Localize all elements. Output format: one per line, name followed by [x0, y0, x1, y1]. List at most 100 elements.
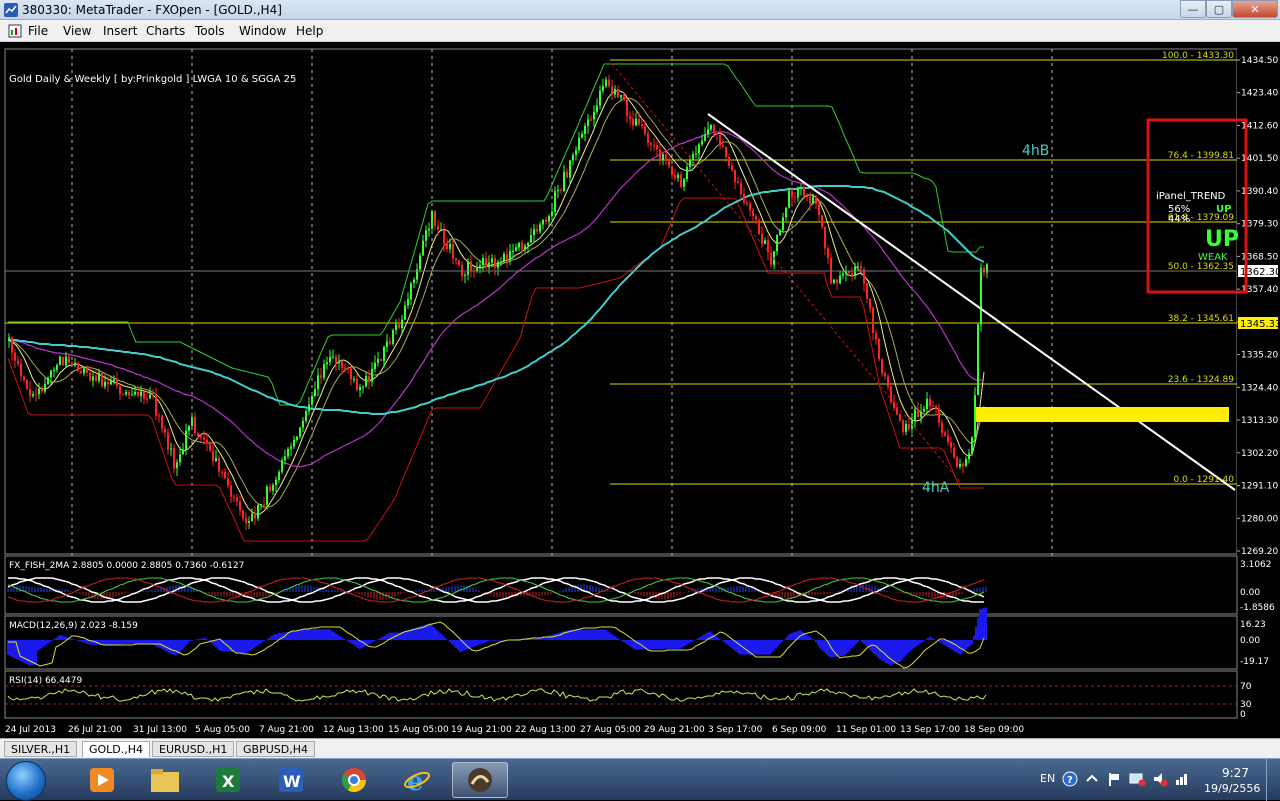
- candle-body: [38, 388, 40, 395]
- candle-body: [128, 391, 130, 396]
- candle-body: [965, 459, 967, 467]
- tab-gold[interactable]: GOLD.,H4: [82, 741, 151, 757]
- candle-body: [641, 124, 643, 126]
- menu-insert[interactable]: Insert: [103, 24, 137, 38]
- candle-body: [686, 166, 688, 180]
- candle-body: [122, 394, 124, 396]
- close-button[interactable]: ✕: [1232, 0, 1278, 18]
- chrome-icon[interactable]: [326, 762, 382, 798]
- file-explorer-icon[interactable]: [137, 762, 193, 798]
- ipanel-title: iPanel_TREND: [1156, 191, 1226, 202]
- ipanel-strength: WEAK: [1198, 252, 1228, 263]
- menu-tools[interactable]: Tools: [195, 24, 225, 38]
- candle-body: [182, 449, 184, 455]
- clock-time[interactable]: 9:27: [1222, 766, 1249, 780]
- candle-body: [281, 460, 283, 472]
- chart-window-icon[interactable]: [8, 24, 22, 38]
- start-button[interactable]: [6, 761, 46, 801]
- maximize-button[interactable]: ▢: [1206, 0, 1232, 18]
- menu-view[interactable]: View: [63, 24, 91, 38]
- candle-body: [662, 154, 664, 160]
- macd-window[interactable]: [4, 615, 1238, 670]
- candle-body: [689, 159, 691, 167]
- price-tick-label: 1324.40: [1241, 383, 1278, 393]
- show-desktop-button[interactable]: [1266, 759, 1280, 801]
- candle-body: [803, 187, 805, 197]
- tab-silver[interactable]: SILVER.,H1: [4, 741, 78, 757]
- candle-body: [719, 134, 721, 146]
- menu-window[interactable]: Window: [239, 24, 286, 38]
- candle-body: [548, 216, 550, 222]
- tray-arrow-icon[interactable]: [1084, 771, 1100, 787]
- candle-body: [857, 266, 859, 268]
- candle-body: [224, 472, 226, 479]
- candle-body: [125, 391, 127, 395]
- menu-charts[interactable]: Charts: [146, 24, 185, 38]
- help-icon[interactable]: ?: [1062, 771, 1078, 787]
- minimize-button[interactable]: —: [1180, 0, 1206, 18]
- candle-body: [938, 408, 940, 423]
- candle-body: [422, 240, 424, 256]
- candle-body: [845, 271, 847, 274]
- candle-body: [395, 324, 397, 331]
- candle-body: [311, 396, 313, 405]
- chart-area[interactable]: Gold Daily & Weekly [ by:Prinkgold ] LWG…: [0, 42, 1280, 738]
- candle-body: [674, 174, 676, 179]
- candle-body: [815, 196, 817, 205]
- volume-icon[interactable]: [1152, 771, 1168, 787]
- candle-body: [104, 381, 106, 387]
- ipanel-small-dir: UP: [1216, 204, 1231, 215]
- candle-body: [533, 229, 535, 236]
- candle-body: [71, 362, 73, 366]
- candle-body: [875, 333, 877, 340]
- candle-body: [107, 381, 109, 385]
- candle-body: [902, 420, 904, 432]
- candle-body: [914, 409, 916, 421]
- clock-date[interactable]: 19/9/2556: [1204, 782, 1260, 795]
- media-player-icon[interactable]: [74, 762, 130, 798]
- support-zone[interactable]: [976, 407, 1229, 422]
- candle-body: [383, 346, 385, 362]
- candle-body: [494, 258, 496, 268]
- excel-icon[interactable]: X: [200, 762, 256, 798]
- internet-explorer-icon[interactable]: e: [389, 762, 445, 798]
- tab-eurusd[interactable]: EURUSD.,H1: [152, 741, 235, 757]
- candle-body: [77, 362, 79, 372]
- chart-canvas[interactable]: Gold Daily & Weekly [ by:Prinkgold ] LWG…: [0, 42, 1280, 738]
- metatrader-app-icon: [4, 3, 18, 17]
- candle-body: [653, 145, 655, 147]
- fib-label: 50.0 - 1362.35: [1168, 262, 1234, 272]
- candle-body: [884, 373, 886, 377]
- macd-axis-top: 16.23: [1240, 620, 1266, 630]
- candle-body: [302, 420, 304, 428]
- candle-body: [344, 367, 346, 369]
- chart-tabs: SILVER.,H1 GOLD.,H4 EURUSD.,H1 GBPUSD,H4: [0, 738, 1280, 758]
- time-tick-label: 6 Sep 09:00: [772, 725, 827, 735]
- candle-body: [164, 428, 166, 433]
- network-icon[interactable]: [1128, 771, 1146, 787]
- battery-icon[interactable]: [1174, 771, 1192, 787]
- candle-body: [119, 386, 121, 395]
- candle-body: [617, 88, 619, 98]
- candle-body: [899, 414, 901, 421]
- flag-icon[interactable]: [1106, 771, 1122, 787]
- candle-body: [371, 369, 373, 382]
- menu-file[interactable]: File: [28, 24, 48, 38]
- candle-body: [818, 204, 820, 216]
- fisher-axis-mid: 0.00: [1240, 588, 1260, 598]
- menu-help[interactable]: Help: [296, 24, 323, 38]
- candle-body: [194, 417, 196, 434]
- language-indicator[interactable]: EN: [1040, 772, 1055, 785]
- annotation-4ha: 4hA: [922, 480, 950, 496]
- candle-body: [341, 361, 343, 368]
- metatrader-taskbar-icon[interactable]: [452, 762, 508, 798]
- candle-body: [209, 443, 211, 451]
- fisher-axis-top: 3.1062: [1240, 560, 1272, 570]
- candle-body: [563, 171, 565, 191]
- word-icon[interactable]: W: [263, 762, 319, 798]
- candle-body: [215, 457, 217, 462]
- tab-gbpusd[interactable]: GBPUSD,H4: [236, 741, 315, 757]
- candle-body: [866, 283, 868, 299]
- candle-body: [740, 183, 742, 194]
- candle-body: [788, 190, 790, 208]
